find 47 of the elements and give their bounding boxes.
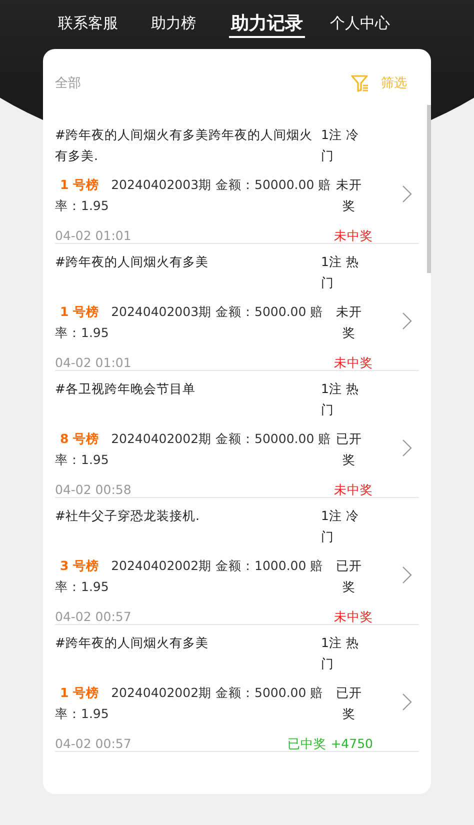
record-detail: 1 号榜 20240402002期 金额：5000.00 赔率：1.95 <box>55 684 324 722</box>
nav-tab[interactable]: 助力记录 <box>229 11 305 38</box>
draw-status: 已开奖 <box>335 556 363 596</box>
record-title: #各卫视跨年晚会节目单 <box>55 380 196 398</box>
record-time: 04-02 00:57 <box>55 736 132 752</box>
result-text: 已中奖 +4750 <box>288 736 373 752</box>
draw-status: 已开奖 <box>335 430 363 468</box>
record-item[interactable]: #跨年夜的人间烟火有多美 1注 热门 1 号榜 20240402003期 金额：5000.00 赔率：1.95 未开奖 04-02 01:01 未中奖 <box>55 244 419 371</box>
record-tag: 1注 冷门 <box>321 124 371 166</box>
record-time: 04-02 01:01 <box>55 228 132 244</box>
record-time: 04-02 00:58 <box>55 482 132 498</box>
nav-tab[interactable]: 助力榜 <box>151 12 196 36</box>
result-text: 未中奖 <box>334 228 373 244</box>
record-tag: 1注 热门 <box>321 250 371 292</box>
record-item[interactable]: #各卫视跨年晚会节目单 1注 热门 8 号榜 20240402002期 金额：50000.00 赔率：1.95 已开奖 04-02 00:58 未中奖 <box>55 371 419 498</box>
record-detail: 1 号榜 20240402003期 金额：50000.00 赔率：1.95 <box>55 176 332 214</box>
result-text: 未中奖 <box>334 354 373 372</box>
draw-status: 已开奖 <box>335 684 363 722</box>
draw-status: 未开奖 <box>335 176 363 214</box>
filter-icon <box>351 74 369 92</box>
chevron-right-icon <box>402 693 412 711</box>
record-title: #跨年夜的人间烟火有多美 <box>55 634 210 652</box>
record-time: 04-02 01:01 <box>55 354 132 372</box>
result-text: 未中奖 <box>334 482 373 498</box>
draw-status: 未开奖 <box>335 302 363 342</box>
record-title: #跨年夜的人间烟火有多美跨年夜的人间烟火有多美. <box>55 126 314 164</box>
record-tag: 1注 热门 <box>321 378 371 420</box>
record-detail: 8 号榜 20240402002期 金额：50000.00 赔率：1.95 <box>55 430 332 468</box>
record-detail: 1 号榜 20240402003期 金额：5000.00 赔率：1.95 <box>55 302 324 342</box>
result-text: 未中奖 <box>334 608 373 626</box>
record-item[interactable]: #跨年夜的人间烟火有多美跨年夜的人间烟火有多美. 1注 冷门 1 号榜 20240402003期 金额：50000.00 赔率：1.95 未开奖 04-02 01:01 未中奖 <box>55 117 419 244</box>
chevron-right-icon <box>402 312 412 330</box>
chevron-right-icon <box>402 439 412 457</box>
filter-label: 全部 <box>55 75 81 92</box>
record-title: #社牛父子穿恐龙装接机. <box>55 506 200 524</box>
record-tag: 1注 冷门 <box>321 504 371 546</box>
record-title: #跨年夜的人间烟火有多美 <box>55 252 210 270</box>
nav-tab[interactable]: 联系客服 <box>58 12 118 36</box>
chevron-right-icon <box>402 185 412 203</box>
record-detail: 3 号榜 20240402002期 金额：1000.00 赔率：1.95 <box>55 556 324 596</box>
record-tag: 1注 热门 <box>321 632 371 674</box>
scrollbar[interactable] <box>427 105 431 273</box>
record-item[interactable]: #社牛父子穿恐龙装接机. 1注 冷门 3 号榜 20240402002期 金额：1000.00 赔率：1.95 已开奖 04-02 00:57 未中奖 <box>55 498 419 625</box>
record-item[interactable]: #跨年夜的人间烟火有多美 1注 热门 1 号榜 20240402002期 金额：5000.00 赔率：1.95 已开奖 04-02 00:57 已中奖 +4750 <box>55 625 419 752</box>
nav-tab[interactable]: 个人中心 <box>330 12 390 36</box>
chevron-right-icon <box>402 566 412 584</box>
record-time: 04-02 00:57 <box>55 608 132 626</box>
